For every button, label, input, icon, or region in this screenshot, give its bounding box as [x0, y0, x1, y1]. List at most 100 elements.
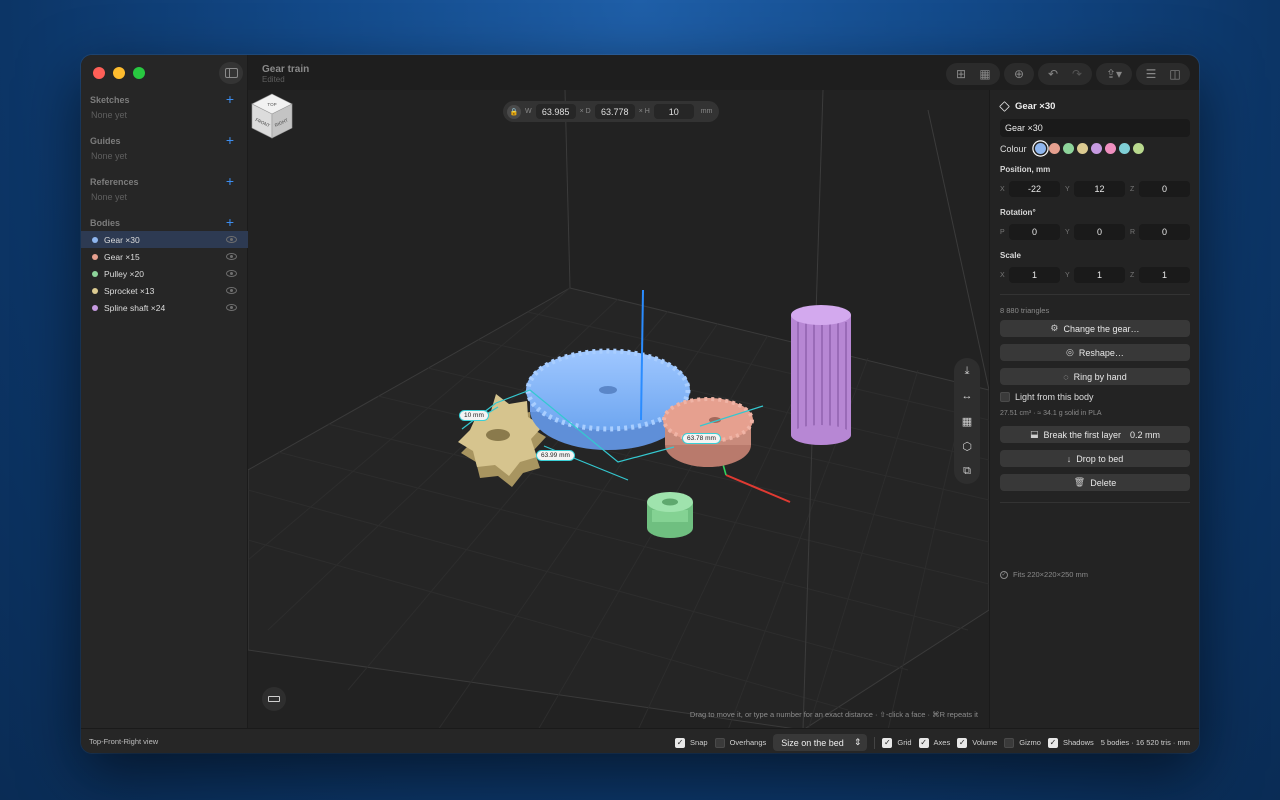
- measure-button[interactable]: [262, 687, 286, 711]
- target-icon[interactable]: ⊕: [1007, 63, 1031, 85]
- distribute-icon[interactable]: ↔: [958, 387, 976, 405]
- color-dot: [92, 236, 98, 243]
- position-x-field[interactable]: -22: [1009, 181, 1060, 197]
- position-z-field[interactable]: 0: [1139, 181, 1190, 197]
- light-checkbox[interactable]: [1000, 392, 1010, 402]
- scale-z-field[interactable]: 1: [1139, 267, 1190, 283]
- snap-toggle[interactable]: ✓ Snap: [675, 737, 708, 748]
- break-first-layer-button[interactable]: ⬓ Break the first layer 0.2 mm: [1000, 426, 1190, 443]
- rotation-p-field[interactable]: 0: [1009, 224, 1060, 240]
- delete-button[interactable]: 🗑 Delete: [1000, 474, 1190, 491]
- height-label: × H: [638, 108, 650, 115]
- view-cube[interactable]: TOP FRONT RIGHT: [248, 90, 296, 142]
- light-from-body-toggle[interactable]: Light from this body: [1000, 392, 1094, 402]
- duplicate-icon[interactable]: ⧉: [958, 462, 976, 480]
- grid-view-icon[interactable]: ▦: [973, 63, 997, 85]
- minimize-window-button[interactable]: [113, 67, 125, 79]
- eye-icon[interactable]: [226, 287, 237, 294]
- add-body-button[interactable]: +: [226, 215, 234, 229]
- colour-swatch-teal[interactable]: [1118, 143, 1130, 154]
- drag-hint: Drag to move it, or type a number for an…: [689, 710, 978, 719]
- height-tag: 10 mm: [459, 410, 489, 421]
- body-item-sprocket[interactable]: Sprocket ×13: [81, 282, 248, 299]
- body-item-pulley[interactable]: Pulley ×20: [81, 265, 248, 282]
- axis-label: Y: [1065, 185, 1070, 193]
- volume-toggle[interactable]: ✓ Volume: [957, 737, 998, 748]
- body-name-input[interactable]: Gear ×30: [1000, 119, 1190, 137]
- drop-icon[interactable]: ⤓: [958, 362, 976, 380]
- inspector-title-text: Gear ×30: [1015, 101, 1056, 112]
- eye-icon[interactable]: [226, 253, 237, 260]
- body-item-gear-30[interactable]: Gear ×30: [81, 231, 248, 248]
- checkbox-empty: [1004, 737, 1015, 748]
- arrange-icon[interactable]: ▦: [958, 412, 976, 430]
- zoom-window-button[interactable]: [133, 67, 145, 79]
- rotation-y-field[interactable]: 0: [1074, 224, 1125, 240]
- colour-swatch-sand[interactable]: [1076, 143, 1088, 154]
- close-window-button[interactable]: [93, 67, 105, 79]
- toolbar-group-target: ⊕: [1004, 63, 1034, 85]
- sidebar-toggle-button[interactable]: [219, 62, 243, 84]
- fits-text: Fits 220×220×250 mm: [1013, 570, 1089, 579]
- axes-toggle[interactable]: ✓ Axes: [918, 737, 950, 748]
- body-label: Gear ×15: [104, 251, 140, 262]
- add-guide-button[interactable]: +: [226, 133, 234, 147]
- reshape-button[interactable]: ◎ Reshape…: [1000, 344, 1190, 361]
- body-item-gear-15[interactable]: Gear ×15: [81, 248, 248, 265]
- axis-label: Z: [1130, 185, 1135, 193]
- add-reference-button[interactable]: +: [226, 174, 234, 188]
- section-title: References: [90, 177, 139, 187]
- colour-swatch-salmon[interactable]: [1048, 143, 1060, 154]
- add-body-icon[interactable]: ⊞: [949, 63, 973, 85]
- scale-row: X1 Y1 Z1: [1000, 267, 1190, 283]
- ring-by-hand-button[interactable]: ◌ Ring by hand: [1000, 368, 1190, 385]
- colour-swatch-green[interactable]: [1062, 143, 1074, 154]
- size-select[interactable]: Size on the bed ⇕: [773, 734, 868, 751]
- triangle-count: 8 880 triangles: [1000, 306, 1050, 315]
- overhangs-toggle[interactable]: Overhangs: [714, 737, 766, 748]
- body-item-spline-shaft[interactable]: Spline shaft ×24: [81, 299, 248, 316]
- depth-tag: 63.78 mm: [682, 433, 721, 444]
- updown-chevron-icon: ⇕: [853, 737, 862, 747]
- drop-to-bed-button[interactable]: ↓ Drop to bed: [1000, 450, 1190, 467]
- axis-label: Y: [1065, 228, 1070, 236]
- section-references: References + None yet: [81, 174, 248, 202]
- viewport-tools: ⤓ ↔ ▦ ⬡ ⧉: [954, 358, 980, 484]
- gear-icon: ⚙: [1050, 323, 1059, 333]
- box-icon[interactable]: ⬡: [958, 437, 976, 455]
- axis-label: P: [1000, 228, 1005, 236]
- grid-toggle[interactable]: ✓ Grid: [882, 737, 912, 748]
- redo-icon[interactable]: ↷: [1065, 63, 1089, 85]
- layer-height-value: 0.2 mm: [1130, 429, 1161, 440]
- body-label: Sprocket ×13: [104, 285, 155, 296]
- list-icon[interactable]: ☰: [1139, 63, 1163, 85]
- eye-icon[interactable]: [226, 236, 237, 243]
- depth-field[interactable]: 63.778: [594, 104, 635, 119]
- toolbar-group-panels: ☰ ◫: [1136, 63, 1190, 85]
- scale-x-field[interactable]: 1: [1009, 267, 1060, 283]
- colour-swatch-blue[interactable]: [1034, 143, 1046, 154]
- 3d-viewport[interactable]: 🔒 W 63.985 × D 63.778 × H 10 mm TOP FRON…: [248, 90, 989, 728]
- change-gear-button[interactable]: ⚙ Change the gear…: [1000, 320, 1190, 337]
- add-sketch-button[interactable]: +: [226, 92, 234, 106]
- position-y-field[interactable]: 12: [1074, 181, 1125, 197]
- toggle-label: Volume: [972, 738, 998, 747]
- colour-swatch-purple[interactable]: [1090, 143, 1102, 154]
- undo-icon[interactable]: ↶: [1041, 63, 1065, 85]
- height-field[interactable]: 10: [653, 104, 694, 119]
- layer-icon: ⬓: [1029, 429, 1039, 439]
- inspector-toggle-icon[interactable]: ◫: [1163, 63, 1187, 85]
- share-icon[interactable]: ⇪▾: [1099, 63, 1129, 85]
- colour-swatch-pink[interactable]: [1104, 143, 1116, 154]
- section-bodies: Bodies + Gear ×30 Gear ×15 Pulley ×20 Spr…: [81, 215, 248, 316]
- shadows-toggle[interactable]: ✓ Shadows: [1047, 737, 1094, 748]
- eye-icon[interactable]: [226, 270, 237, 277]
- colour-swatch-lime[interactable]: [1132, 143, 1144, 154]
- gizmo-toggle[interactable]: Gizmo: [1004, 737, 1041, 748]
- eye-icon[interactable]: [226, 304, 237, 311]
- lock-proportions-icon[interactable]: 🔒: [507, 104, 521, 119]
- width-field[interactable]: 63.985: [535, 104, 576, 119]
- scale-y-field[interactable]: 1: [1074, 267, 1125, 283]
- rotation-r-field[interactable]: 0: [1139, 224, 1190, 240]
- view-name: Top-Front-Right view: [89, 737, 159, 746]
